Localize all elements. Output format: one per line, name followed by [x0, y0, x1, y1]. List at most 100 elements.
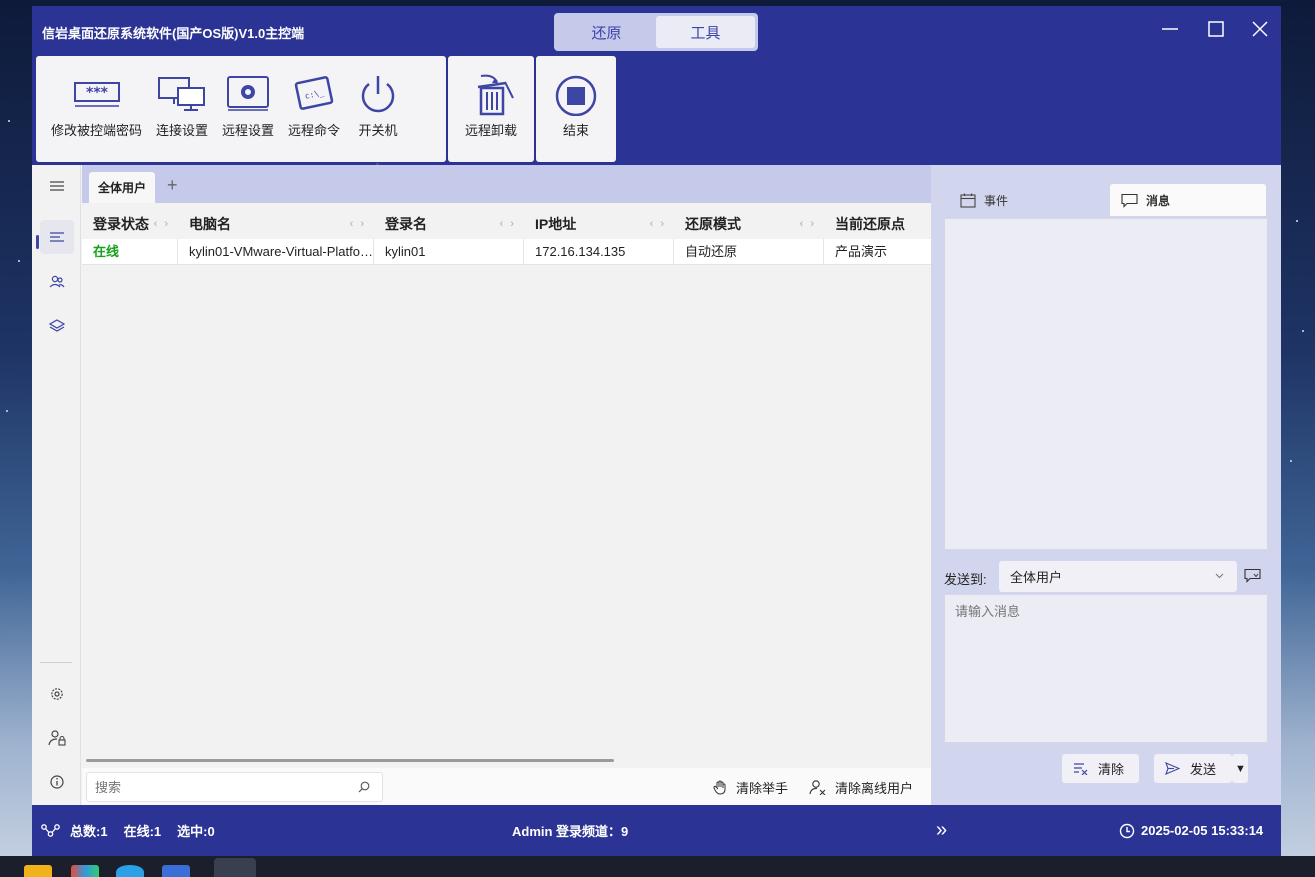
table-row[interactable]: 在线 kylin01-VMware-Virtual-Platform kylin…: [82, 238, 931, 265]
send-to-select[interactable]: 全体用户: [999, 561, 1237, 592]
remote-settings-icon: [227, 76, 270, 111]
message-input-box: [944, 594, 1268, 743]
password-icon: ***: [73, 82, 120, 107]
tab-messages-label: 消息: [1146, 193, 1171, 208]
end-label: 结束: [562, 123, 589, 138]
hand-icon: [713, 780, 726, 795]
calendar-icon: [960, 193, 976, 208]
nav-divider: [40, 662, 72, 663]
change-password-button[interactable]: *** 修改被控端密码: [44, 74, 149, 139]
close-button[interactable]: [1246, 16, 1274, 42]
client-table: 登录状态 ‹ › 电脑名 ‹ › 登录名 ‹ › IP地址 ‹ › 还原模式 ‹ › 当前…: [82, 209, 931, 265]
mode-switcher: 还原 工具: [554, 13, 758, 51]
send-to-label: 发送到:: [944, 572, 987, 587]
active-app-icon[interactable]: [214, 858, 256, 877]
total-count: 总数:1: [70, 824, 108, 839]
terminal-icon: c:\_: [294, 76, 334, 110]
search-icon[interactable]: [358, 781, 370, 793]
maximize-button[interactable]: [1202, 16, 1230, 42]
login-cell: kylin01: [374, 238, 524, 265]
clear-raised-hands-button[interactable]: 清除举手: [712, 774, 788, 800]
status-bar: 总数:1 在线:1 选中:0 Admin 登录频道：9 » 2025-02-05…: [32, 805, 1281, 856]
clear-offline-users-button[interactable]: 清除离线用户: [809, 774, 913, 800]
chevron-down-icon: [1215, 573, 1224, 579]
column-header-pc-name[interactable]: 电脑名 ‹ ›: [178, 209, 374, 239]
online-count: 在线:1: [123, 824, 162, 839]
column-header-status[interactable]: 登录状态 ‹ ›: [82, 209, 178, 239]
minimize-icon: [1162, 28, 1178, 30]
message-options-button[interactable]: [1244, 568, 1261, 586]
clear-offline-users-label: 清除离线用户: [835, 780, 914, 796]
menu-toggle-button[interactable]: [40, 169, 74, 203]
end-button[interactable]: 结束: [547, 74, 605, 139]
mode-tab-tools[interactable]: 工具: [656, 16, 755, 48]
user-lock-button[interactable]: [40, 721, 74, 755]
search-input[interactable]: [87, 773, 347, 801]
remote-command-label: 远程命令: [288, 123, 341, 138]
send-label: 发送: [1190, 762, 1217, 777]
column-restore-point-label: 当前还原点: [835, 216, 905, 232]
settings-button[interactable]: [40, 677, 74, 711]
message-icon: [1121, 193, 1138, 208]
login-channel: Admin 登录频道：9: [512, 824, 629, 839]
power-label: 开关机: [358, 123, 398, 138]
nav-item-list[interactable]: [40, 220, 74, 254]
sort-icon[interactable]: ‹ ›: [154, 209, 170, 239]
info-icon: [50, 775, 64, 789]
horizontal-scrollbar[interactable]: [86, 759, 614, 762]
group-tabstrip: 全体用户 +: [82, 165, 931, 203]
send-button[interactable]: 发送: [1154, 754, 1232, 783]
browser-icon[interactable]: [116, 865, 144, 877]
users-icon: [49, 275, 65, 288]
sort-icon[interactable]: ‹ ›: [500, 209, 516, 239]
power-button[interactable]: 开关机 ⌄: [347, 74, 409, 167]
remote-uninstall-button[interactable]: 远程卸载: [458, 74, 524, 139]
mode-tab-restore[interactable]: 还原: [557, 16, 656, 48]
send-icon: [1165, 762, 1180, 775]
app-title: 信岩桌面还原系统软件(国产OS版)V1.0主控端: [42, 26, 305, 41]
tab-all-users[interactable]: 全体用户: [89, 172, 156, 203]
left-nav: [32, 165, 81, 805]
connection-icon: [158, 77, 206, 111]
connection-settings-button[interactable]: 连接设置: [149, 74, 215, 139]
clear-message-button[interactable]: 清除: [1062, 754, 1139, 783]
remote-command-button[interactable]: c:\_ 远程命令: [281, 74, 347, 139]
send-options-dropdown[interactable]: ▼: [1232, 754, 1248, 783]
maximize-icon: [1208, 21, 1224, 37]
tab-messages[interactable]: 消息: [1110, 184, 1266, 216]
user-lock-icon: [48, 730, 66, 746]
column-header-login[interactable]: 登录名 ‹ ›: [374, 209, 524, 239]
table-toolbar: 清除举手 清除离线用户: [82, 768, 931, 805]
sort-icon[interactable]: ‹ ›: [800, 209, 816, 239]
about-button[interactable]: [40, 765, 74, 799]
clear-list-icon: [1074, 763, 1088, 775]
list-icon: [50, 232, 64, 242]
remote-uninstall-label: 远程卸载: [464, 123, 517, 138]
message-options-icon: [1244, 568, 1261, 583]
status-cell: 在线: [82, 238, 178, 265]
sort-icon[interactable]: ‹ ›: [350, 209, 366, 239]
title-bar: 信岩桌面还原系统软件(国产OS版)V1.0主控端 还原 工具 *** 修改被控端…: [32, 6, 1281, 167]
uninstall-icon: [477, 74, 514, 116]
stop-icon: [555, 75, 597, 116]
column-header-mode[interactable]: 还原模式 ‹ ›: [674, 209, 824, 239]
restore-point-cell: 产品演示: [835, 243, 888, 259]
sort-icon[interactable]: ‹ ›: [650, 209, 666, 239]
ribbon-group-end: 结束: [536, 56, 616, 162]
file-manager-icon[interactable]: [24, 865, 52, 877]
column-header-restore-point[interactable]: 当前还原点: [824, 209, 931, 239]
software-icon[interactable]: [162, 865, 190, 877]
message-input[interactable]: [955, 601, 1257, 736]
add-tab-button[interactable]: +: [167, 175, 178, 196]
connection-settings-label: 连接设置: [156, 123, 209, 138]
expand-panel-button[interactable]: »: [936, 805, 947, 856]
nav-item-layers[interactable]: [40, 309, 74, 343]
nav-item-users[interactable]: [40, 265, 74, 299]
tab-events[interactable]: 事件: [949, 184, 1109, 216]
app-store-icon[interactable]: [71, 865, 99, 877]
column-header-ip[interactable]: IP地址 ‹ ›: [524, 209, 674, 239]
minimize-button[interactable]: [1156, 16, 1184, 42]
power-icon: [361, 76, 395, 113]
remote-settings-button[interactable]: 远程设置: [215, 74, 281, 139]
ip-cell: 172.16.134.135: [524, 238, 674, 265]
